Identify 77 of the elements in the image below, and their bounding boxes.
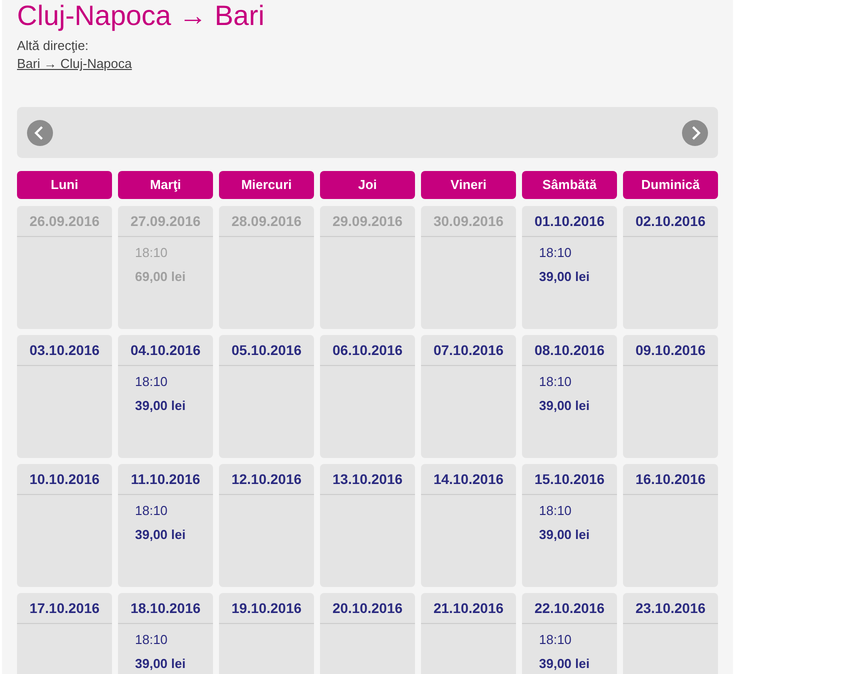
date-label: 29.09.2016 bbox=[320, 206, 415, 237]
day-cell[interactable]: 06.10.2016 bbox=[320, 335, 415, 458]
weekday-header: Joi bbox=[320, 171, 415, 199]
date-label: 27.09.2016 bbox=[118, 206, 213, 237]
flight-price: 39,00 lei bbox=[135, 526, 187, 544]
day-cell[interactable]: 15.10.2016 18:10 39,00 lei bbox=[522, 464, 617, 587]
route-title: Cluj-Napoca → Bari bbox=[17, 0, 266, 32]
day-cell[interactable]: 08.10.2016 18:10 39,00 lei bbox=[522, 335, 617, 458]
date-label: 18.10.2016 bbox=[118, 593, 213, 624]
date-label: 15.10.2016 bbox=[522, 464, 617, 495]
date-label: 07.10.2016 bbox=[421, 335, 516, 366]
day-cell[interactable]: 17.10.2016 bbox=[17, 593, 112, 674]
date-label: 30.09.2016 bbox=[421, 206, 516, 237]
date-label: 21.10.2016 bbox=[421, 593, 516, 624]
date-label: 13.10.2016 bbox=[320, 464, 415, 495]
day-cell[interactable]: 01.10.2016 18:10 39,00 lei bbox=[522, 206, 617, 329]
date-label: 09.10.2016 bbox=[623, 335, 718, 366]
day-cell[interactable]: 21.10.2016 bbox=[421, 593, 516, 674]
date-label: 14.10.2016 bbox=[421, 464, 516, 495]
date-label: 10.10.2016 bbox=[17, 464, 112, 495]
date-label: 17.10.2016 bbox=[17, 593, 112, 624]
day-cell[interactable]: 05.10.2016 bbox=[219, 335, 314, 458]
date-label: 28.09.2016 bbox=[219, 206, 314, 237]
date-label: 22.10.2016 bbox=[522, 593, 617, 624]
date-label: 11.10.2016 bbox=[118, 464, 213, 495]
day-cell[interactable]: 18.10.2016 18:10 39,00 lei bbox=[118, 593, 213, 674]
day-cell[interactable]: 16.10.2016 bbox=[623, 464, 718, 587]
flight-time: 18:10 bbox=[539, 373, 573, 391]
flight-time: 18:10 bbox=[135, 631, 169, 649]
day-cell[interactable]: 04.10.2016 18:10 39,00 lei bbox=[118, 335, 213, 458]
day-cell[interactable]: 13.10.2016 bbox=[320, 464, 415, 587]
day-cell[interactable]: 07.10.2016 bbox=[421, 335, 516, 458]
date-label: 20.10.2016 bbox=[320, 593, 415, 624]
date-label: 01.10.2016 bbox=[522, 206, 617, 237]
date-label: 23.10.2016 bbox=[623, 593, 718, 624]
flight-price: 39,00 lei bbox=[135, 397, 187, 415]
weekday-header: Vineri bbox=[421, 171, 516, 199]
weekday-header: Duminică bbox=[623, 171, 718, 199]
flight-price: 39,00 lei bbox=[539, 268, 591, 286]
date-label: 02.10.2016 bbox=[623, 206, 718, 237]
weekday-header: Marţi bbox=[118, 171, 213, 199]
day-cell[interactable]: 22.10.2016 18:10 39,00 lei bbox=[522, 593, 617, 674]
flight-time: 18:10 bbox=[539, 631, 573, 649]
date-label: 06.10.2016 bbox=[320, 335, 415, 366]
flight-time: 18:10 bbox=[135, 373, 169, 391]
flight-price: 39,00 lei bbox=[539, 526, 591, 544]
weekday-header: Miercuri bbox=[219, 171, 314, 199]
day-cell[interactable]: 10.10.2016 bbox=[17, 464, 112, 587]
weekday-header: Luni bbox=[17, 171, 112, 199]
reverse-route-link[interactable]: Bari → Cluj-Napoca bbox=[17, 55, 132, 73]
flight-time: 18:10 bbox=[135, 502, 169, 520]
flight-price: 39,00 lei bbox=[135, 655, 187, 673]
date-label: 08.10.2016 bbox=[522, 335, 617, 366]
day-cell[interactable]: 09.10.2016 bbox=[623, 335, 718, 458]
flight-price: 69,00 lei bbox=[135, 268, 187, 286]
day-cell[interactable]: 19.10.2016 bbox=[219, 593, 314, 674]
date-label: 16.10.2016 bbox=[623, 464, 718, 495]
day-cell[interactable]: 12.10.2016 bbox=[219, 464, 314, 587]
date-label: 26.09.2016 bbox=[17, 206, 112, 237]
date-label: 05.10.2016 bbox=[219, 335, 314, 366]
flight-price: 39,00 lei bbox=[539, 397, 591, 415]
day-cell[interactable]: 02.10.2016 bbox=[623, 206, 718, 329]
date-label: 19.10.2016 bbox=[219, 593, 314, 624]
date-label: 12.10.2016 bbox=[219, 464, 314, 495]
day-cell[interactable]: 11.10.2016 18:10 39,00 lei bbox=[118, 464, 213, 587]
flight-time: 18:10 bbox=[539, 502, 573, 520]
day-cell[interactable]: 23.10.2016 bbox=[623, 593, 718, 674]
flight-price: 39,00 lei bbox=[539, 655, 591, 673]
day-cell[interactable]: 20.10.2016 bbox=[320, 593, 415, 674]
day-cell[interactable]: 14.10.2016 bbox=[421, 464, 516, 587]
day-cell[interactable]: 03.10.2016 bbox=[17, 335, 112, 458]
date-label: 04.10.2016 bbox=[118, 335, 213, 366]
weekday-header: Sâmbătă bbox=[522, 171, 617, 199]
flight-time: 18:10 bbox=[539, 244, 573, 262]
other-direction-label: Altă direcţie: bbox=[17, 37, 90, 55]
date-label: 03.10.2016 bbox=[17, 335, 112, 366]
flight-time: 18:10 bbox=[135, 244, 169, 262]
